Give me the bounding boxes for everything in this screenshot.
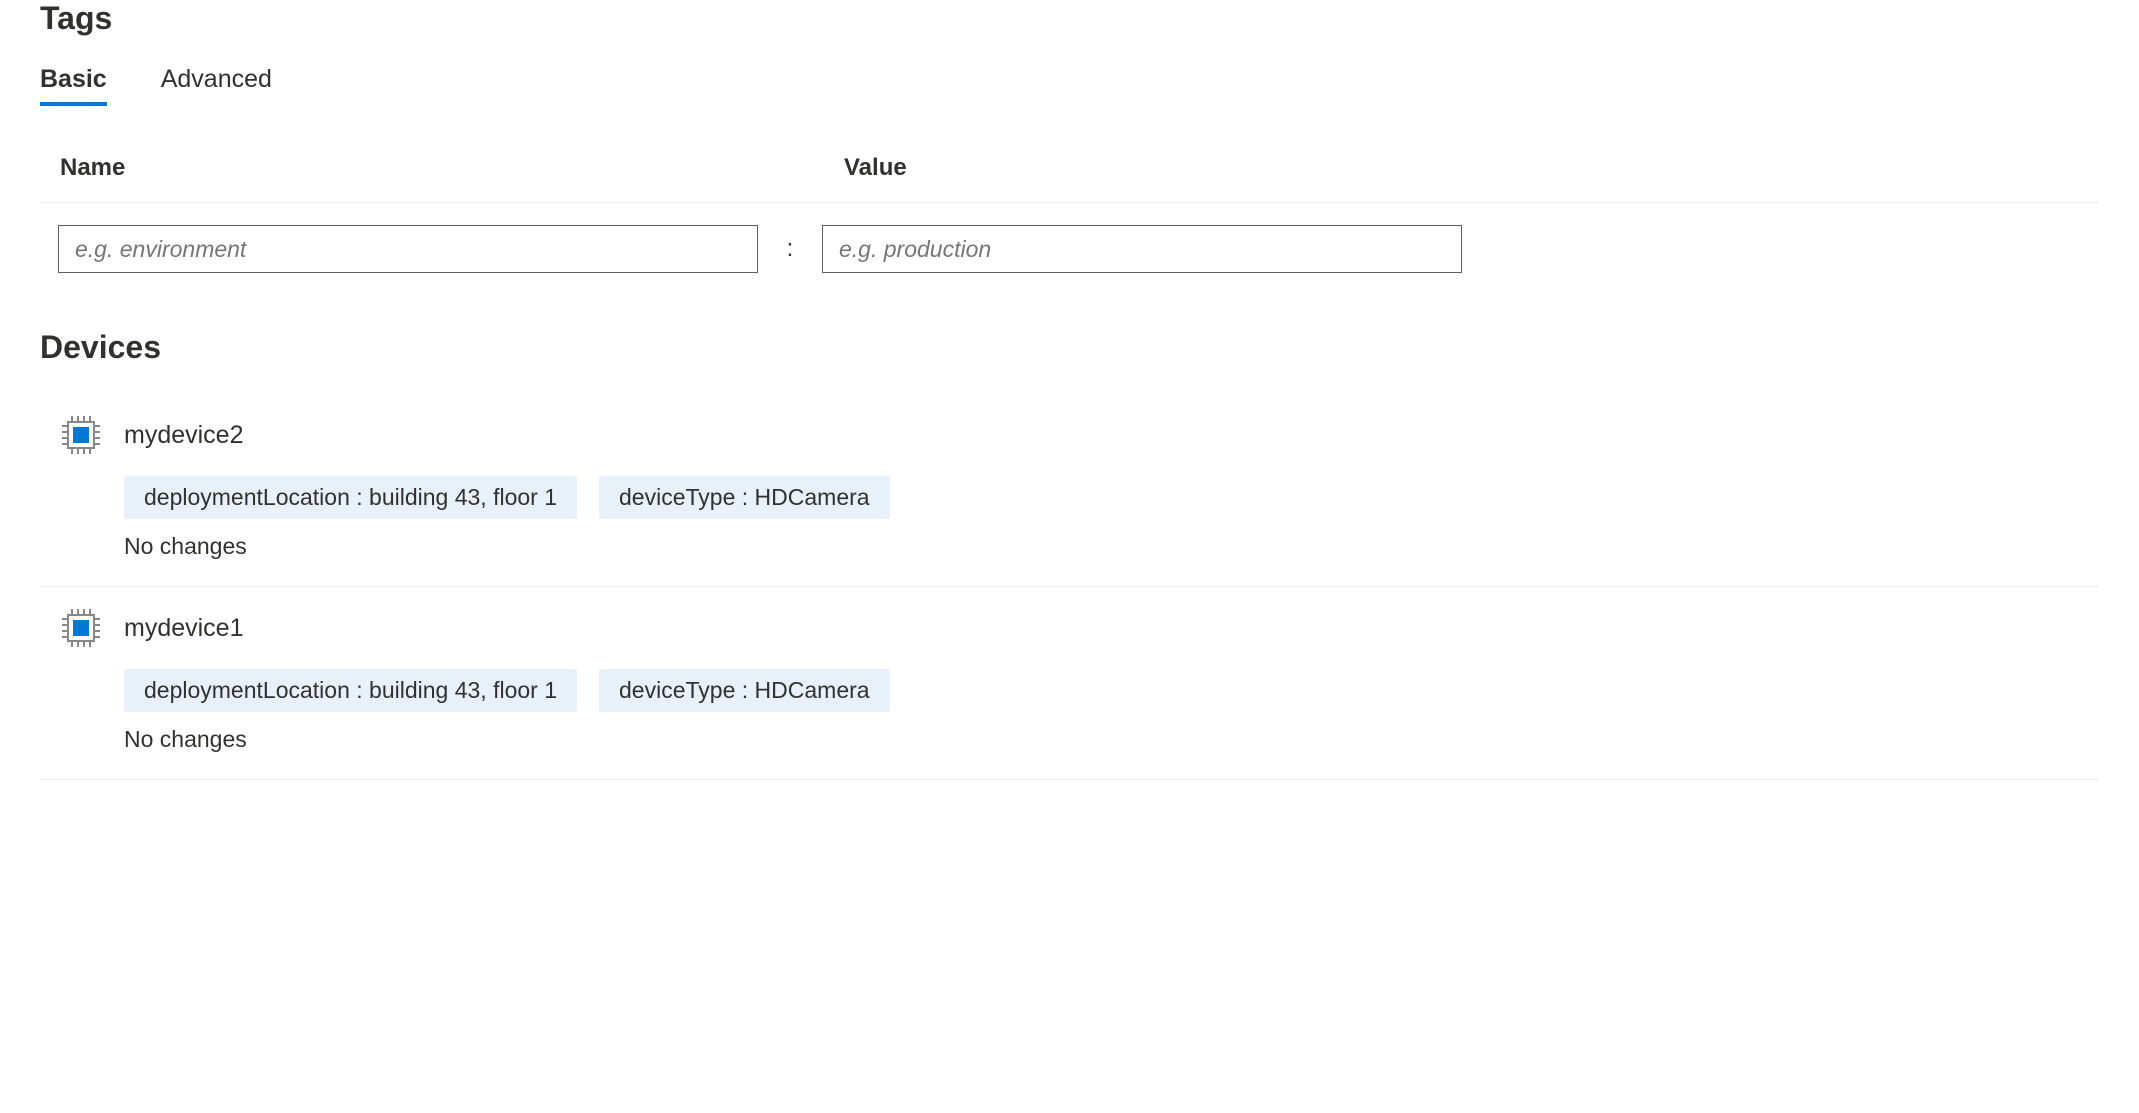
- tag-name-input[interactable]: [58, 225, 758, 273]
- device-item: mydevice2 deploymentLocation : building …: [40, 394, 2099, 587]
- device-status: No changes: [124, 726, 2099, 753]
- tab-basic[interactable]: Basic: [40, 65, 107, 106]
- tag-input-row: :: [40, 225, 2099, 273]
- device-header: mydevice2: [58, 412, 2099, 458]
- device-header: mydevice1: [58, 605, 2099, 651]
- device-name-label[interactable]: mydevice1: [124, 614, 244, 643]
- device-name-label[interactable]: mydevice2: [124, 421, 244, 450]
- chip-icon: [58, 605, 104, 651]
- devices-heading: Devices: [40, 329, 2099, 366]
- chip-icon: [58, 412, 104, 458]
- tags-table-header: Name Value: [40, 154, 2099, 203]
- device-list: mydevice2 deploymentLocation : building …: [40, 394, 2099, 780]
- tag-pill: deviceType : HDCamera: [599, 476, 890, 519]
- device-tags-row: deploymentLocation : building 43, floor …: [124, 669, 2099, 712]
- tag-pill: deviceType : HDCamera: [599, 669, 890, 712]
- tab-advanced[interactable]: Advanced: [161, 65, 272, 106]
- column-header-name: Name: [60, 154, 830, 182]
- tag-pill: deploymentLocation : building 43, floor …: [124, 476, 577, 519]
- device-item: mydevice1 deploymentLocation : building …: [40, 587, 2099, 780]
- tags-heading: Tags: [40, 0, 2099, 37]
- tag-pill: deploymentLocation : building 43, floor …: [124, 669, 577, 712]
- colon-separator: :: [758, 235, 822, 263]
- column-header-value: Value: [844, 154, 907, 182]
- device-tags-row: deploymentLocation : building 43, floor …: [124, 476, 2099, 519]
- tag-value-input[interactable]: [822, 225, 1462, 273]
- device-status: No changes: [124, 533, 2099, 560]
- tabs-container: Basic Advanced: [40, 65, 2099, 106]
